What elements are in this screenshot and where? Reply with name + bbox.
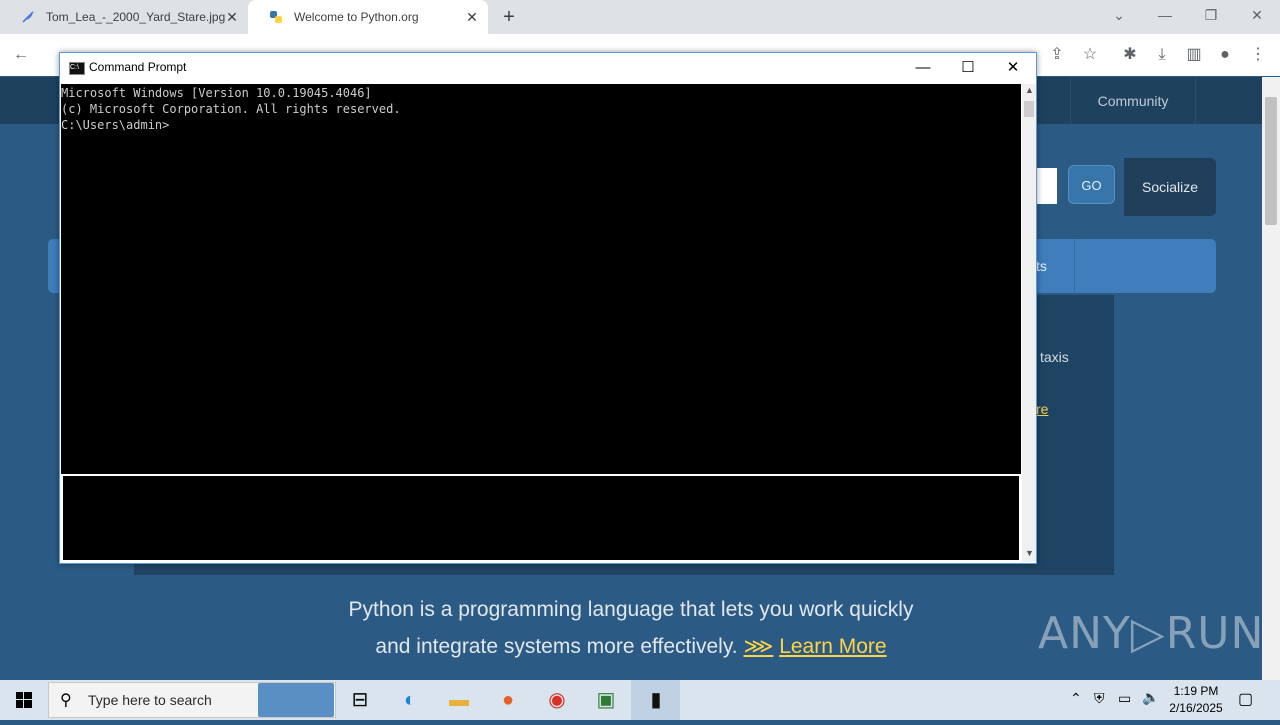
tab-title: Tom_Lea_-_2000_Yard_Stare.jpg — [46, 10, 226, 24]
side-panel-icon[interactable]: ▥ — [1185, 46, 1203, 64]
python-logo-icon — [268, 9, 284, 25]
page-scrollbar-thumb[interactable] — [1265, 97, 1277, 225]
clock-date: 2/16/2025 — [1169, 701, 1223, 715]
new-tab-button[interactable]: + — [498, 6, 520, 28]
chrome-icon[interactable]: ◉ — [541, 684, 573, 716]
security-icon[interactable]: ⛨ — [1094, 690, 1105, 707]
cmd-prompt: C:\Users\admin> — [61, 118, 170, 132]
scroll-down-arrow-icon[interactable]: ▼ — [1025, 548, 1034, 558]
menu-divider — [1074, 239, 1075, 293]
site-search-input[interactable] — [1036, 168, 1057, 204]
nav-community[interactable]: Community — [1070, 77, 1196, 124]
tab-search-icon[interactable]: ⌄ — [1096, 0, 1142, 34]
restore-button[interactable]: ❐ — [1188, 0, 1234, 34]
cmd-output: Microsoft Windows [Version 10.0.19045.40… — [61, 85, 401, 133]
extensions-icon[interactable]: ✱ — [1121, 46, 1139, 64]
search-icon: ⚲ — [60, 692, 72, 709]
cmd-line: Microsoft Windows [Version 10.0.19045.40… — [61, 86, 372, 100]
search-highlight-image — [258, 683, 334, 717]
cmd-maximize-button[interactable]: ☐ — [945, 53, 991, 83]
windows-start-button[interactable] — [0, 680, 48, 720]
bookmark-star-icon[interactable]: ☆ — [1081, 46, 1099, 64]
scroll-up-arrow-icon[interactable]: ▲ — [1025, 85, 1034, 95]
learn-more-arrows-icon[interactable]: ⋙ — [743, 635, 773, 658]
cmd-line: (c) Microsoft Corporation. All rights re… — [61, 102, 401, 116]
tab-title: Welcome to Python.org — [294, 10, 419, 24]
cmd-close-button[interactable]: ✕ — [990, 53, 1036, 83]
clock-time: 1:19 PM — [1173, 684, 1219, 698]
command-prompt-window[interactable]: C:\ Command Prompt — ☐ ✕ Microsoft Windo… — [59, 52, 1037, 564]
learn-more-link[interactable]: Learn More — [779, 635, 886, 658]
cmd-minimize-button[interactable]: — — [900, 53, 946, 83]
tab-image[interactable]: Tom_Lea_-_2000_Yard_Stare.jpg ✕ — [0, 0, 248, 34]
feather-icon — [20, 9, 36, 25]
profile-avatar-icon[interactable]: ● — [1216, 46, 1234, 64]
close-tab-icon[interactable]: ✕ — [224, 9, 240, 25]
cmd-scrollbar-thumb[interactable] — [1024, 101, 1034, 117]
task-view-icon[interactable]: ⊟ — [344, 684, 376, 716]
file-explorer-icon[interactable]: ▬ — [443, 684, 475, 716]
menu-kebab-icon[interactable]: ⋮ — [1249, 46, 1267, 64]
panel-text: taxis — [1040, 349, 1069, 365]
close-window-button[interactable]: ✕ — [1234, 0, 1280, 34]
close-tab-icon[interactable]: ✕ — [464, 9, 480, 25]
back-arrow-icon[interactable]: ← — [12, 46, 30, 64]
minimize-button[interactable]: — — [1142, 0, 1188, 34]
share-icon[interactable]: ⇪ — [1048, 46, 1066, 64]
tagline-text: and integrate systems more effectively. — [375, 635, 738, 658]
edge-icon[interactable]: ◐ — [394, 684, 426, 716]
notification-icon[interactable]: ▢ — [1238, 689, 1253, 709]
anyrun-watermark: ANY▷RUN — [1038, 608, 1265, 659]
firefox-icon[interactable]: ● — [492, 684, 524, 716]
cmd-console[interactable] — [61, 84, 1021, 474]
network-icon[interactable]: ▭ — [1118, 690, 1131, 707]
python-installer-icon[interactable]: ▣ — [590, 684, 622, 716]
windows-logo-icon — [16, 692, 32, 708]
cmd-taskbar-icon[interactable]: ▮ — [640, 684, 672, 716]
cmd-console-lower[interactable] — [63, 476, 1019, 560]
taskbar-clock[interactable]: 1:19 PM 2/16/2025 — [1160, 683, 1232, 717]
cmd-title-bar[interactable] — [60, 53, 1036, 83]
cmd-title: Command Prompt — [89, 60, 187, 74]
taskbar-search-placeholder: Type here to search — [88, 692, 212, 708]
socialize-button[interactable]: Socialize — [1124, 158, 1216, 216]
menu-item-fragment[interactable]: ts — [1036, 258, 1047, 274]
go-button[interactable]: GO — [1068, 165, 1115, 204]
cmd-app-icon: C:\ — [69, 62, 85, 75]
cmd-scrollbar[interactable] — [1022, 84, 1036, 562]
chevron-up-icon[interactable]: ⌃ — [1070, 690, 1082, 707]
panel-link[interactable]: re — [1036, 401, 1048, 417]
volume-icon[interactable]: 🔈 — [1142, 689, 1159, 706]
download-icon[interactable]: ⤓ — [1153, 46, 1171, 64]
tab-python-org[interactable]: Welcome to Python.org ✕ — [248, 0, 488, 34]
